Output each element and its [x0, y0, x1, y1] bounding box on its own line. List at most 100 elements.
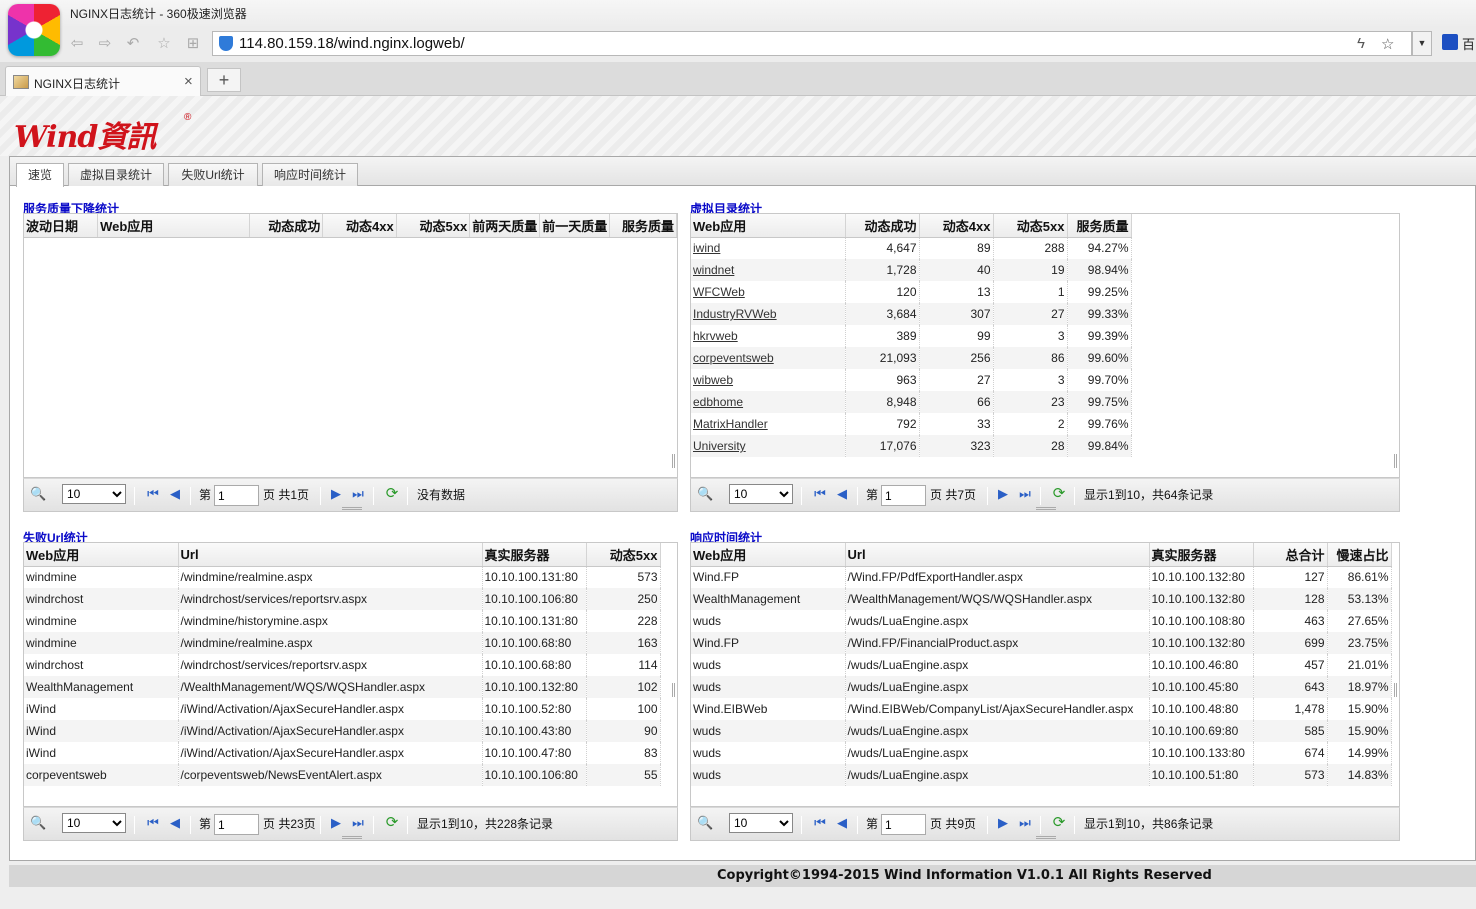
- column-header[interactable]: 慢速占比: [1327, 543, 1392, 567]
- resize-handle[interactable]: [341, 507, 362, 510]
- search-icon[interactable]: 🔍: [697, 815, 713, 831]
- table-row[interactable]: wuds/wuds/LuaEngine.aspx 10.10.100.51:80 5…: [691, 764, 1392, 786]
- column-header[interactable]: Url: [178, 543, 483, 567]
- last-page-icon[interactable]: ⏭: [1017, 486, 1033, 502]
- column-resize-grip[interactable]: [672, 683, 675, 697]
- column-header[interactable]: 波动日期: [24, 214, 99, 238]
- search-icon[interactable]: 🔍: [30, 815, 46, 831]
- column-resize-grip[interactable]: [1394, 454, 1397, 468]
- web-app-link[interactable]: iwind: [693, 241, 720, 255]
- table-row[interactable]: Wind.EIBWeb/Wind.EIBWeb/CompanyList/Ajax…: [691, 698, 1392, 720]
- column-resize-grip[interactable]: [672, 454, 675, 468]
- next-page-icon[interactable]: ▶: [328, 815, 344, 831]
- column-header[interactable]: 服务质量: [609, 214, 677, 238]
- column-resize-grip[interactable]: [1394, 683, 1397, 697]
- table-row[interactable]: Wind.FP/Wind.FP/PdfExportHandler.aspx 10.…: [691, 566, 1392, 588]
- refresh-icon[interactable]: ⟳: [1051, 486, 1067, 502]
- star-icon[interactable]: ☆: [155, 35, 173, 53]
- column-header[interactable]: 动态5xx: [993, 214, 1068, 238]
- forward-icon[interactable]: ⇨: [96, 35, 114, 53]
- close-tab-icon[interactable]: ×: [184, 73, 193, 90]
- back-icon[interactable]: ⇦: [68, 35, 86, 53]
- table-row[interactable]: MatrixHandler 792 33 2 99.76%: [691, 413, 1132, 435]
- search-icon[interactable]: 🔍: [697, 486, 713, 502]
- prev-page-icon[interactable]: ◀: [834, 815, 850, 831]
- table-row[interactable]: wuds/wuds/LuaEngine.aspx 10.10.100.69:80 5…: [691, 720, 1392, 742]
- tab-failed-url[interactable]: 失败Url统计: [168, 163, 258, 186]
- web-app-link[interactable]: MatrixHandler: [693, 417, 768, 431]
- resize-handle[interactable]: [341, 836, 362, 839]
- page-size-select[interactable]: 10: [729, 813, 793, 833]
- table-row[interactable]: wuds/wuds/LuaEngine.aspx 10.10.100.133:80…: [691, 742, 1392, 764]
- table-row[interactable]: windnet 1,728 40 19 98.94%: [691, 259, 1132, 281]
- last-page-icon[interactable]: ⏭: [350, 815, 366, 831]
- lightning-icon[interactable]: ϟ: [1357, 35, 1365, 52]
- first-page-icon[interactable]: ⏮: [812, 486, 828, 502]
- table-row[interactable]: wuds/wuds/LuaEngine.aspx 10.10.100.46:80 4…: [691, 654, 1392, 676]
- tab-response-time[interactable]: 响应时间统计: [262, 163, 358, 186]
- new-tab-button[interactable]: +: [207, 68, 241, 92]
- column-header[interactable]: 真实服务器: [482, 543, 587, 567]
- resize-handle[interactable]: [1036, 836, 1056, 839]
- search-icon[interactable]: 🔍: [30, 486, 46, 502]
- table-row[interactable]: iWind/iWind/Activation/AjaxSecureHandler…: [24, 698, 661, 720]
- page-number-input[interactable]: [214, 485, 259, 506]
- table-row[interactable]: hkrvweb 389 99 3 99.39%: [691, 325, 1132, 347]
- table-row[interactable]: iwind 4,647 89 288 94.27%: [691, 237, 1132, 259]
- next-page-icon[interactable]: ▶: [995, 815, 1011, 831]
- page-size-select[interactable]: 10: [62, 813, 126, 833]
- column-header[interactable]: 动态4xx: [322, 214, 397, 238]
- first-page-icon[interactable]: ⏮: [812, 815, 828, 831]
- browser-logo-icon[interactable]: [8, 4, 60, 56]
- url-dropdown-icon[interactable]: ▼: [1412, 31, 1432, 56]
- web-app-link[interactable]: WFCWeb: [693, 285, 745, 299]
- column-header[interactable]: 服务质量: [1067, 214, 1132, 238]
- web-app-link[interactable]: windnet: [693, 263, 734, 277]
- table-row[interactable]: iWind/iWind/Activation/AjaxSecureHandler…: [24, 742, 661, 764]
- column-header[interactable]: Web应用: [97, 214, 250, 238]
- table-row[interactable]: Wind.FP/Wind.FP/FinancialProduct.aspx 10.…: [691, 632, 1392, 654]
- undo-icon[interactable]: ↶: [124, 35, 142, 53]
- table-row[interactable]: windrchost/windrchost/services/reportsrv…: [24, 588, 661, 610]
- web-app-link[interactable]: corpeventsweb: [693, 351, 774, 365]
- prev-page-icon[interactable]: ◀: [167, 815, 183, 831]
- web-app-link[interactable]: wibweb: [693, 373, 733, 387]
- apps-icon[interactable]: ⊞: [184, 35, 202, 53]
- extension-icon[interactable]: [1442, 34, 1458, 50]
- table-row[interactable]: IndustryRVWeb 3,684 307 27 99.33%: [691, 303, 1132, 325]
- table-row[interactable]: wuds/wuds/LuaEngine.aspx 10.10.100.45:80 6…: [691, 676, 1392, 698]
- prev-page-icon[interactable]: ◀: [834, 486, 850, 502]
- first-page-icon[interactable]: ⏮: [145, 815, 161, 831]
- column-header[interactable]: 前两天质量: [469, 214, 541, 238]
- web-app-link[interactable]: IndustryRVWeb: [693, 307, 777, 321]
- last-page-icon[interactable]: ⏭: [1017, 815, 1033, 831]
- refresh-icon[interactable]: ⟳: [384, 486, 400, 502]
- table-row[interactable]: windmine/windmine/realmine.aspx 10.10.100…: [24, 632, 661, 654]
- browser-tab[interactable]: NGINX日志统计 ×: [5, 66, 201, 96]
- last-page-icon[interactable]: ⏭: [350, 486, 366, 502]
- column-header[interactable]: Web应用: [24, 543, 179, 567]
- page-number-input[interactable]: [214, 814, 259, 835]
- column-header[interactable]: Web应用: [691, 543, 846, 567]
- table-row[interactable]: WealthManagement/WealthManagement/WQS/WQ…: [24, 676, 661, 698]
- refresh-icon[interactable]: ⟳: [1051, 815, 1067, 831]
- table-row[interactable]: windmine/windmine/realmine.aspx 10.10.100…: [24, 566, 661, 588]
- bookmark-star-icon[interactable]: ☆: [1381, 35, 1394, 53]
- page-size-select[interactable]: 10: [62, 484, 126, 504]
- column-header[interactable]: 动态成功: [845, 214, 920, 238]
- table-row[interactable]: WealthManagement/WealthManagement/WQS/WQ…: [691, 588, 1392, 610]
- table-row[interactable]: corpeventsweb 21,093 256 86 99.60%: [691, 347, 1132, 369]
- url-input[interactable]: 114.80.159.18/wind.nginx.logweb/ ϟ ☆: [212, 31, 1412, 56]
- table-row[interactable]: edbhome 8,948 66 23 99.75%: [691, 391, 1132, 413]
- column-header[interactable]: 动态5xx: [586, 543, 661, 567]
- web-app-link[interactable]: hkrvweb: [693, 329, 738, 343]
- page-number-input[interactable]: [881, 485, 926, 506]
- column-header[interactable]: 真实服务器: [1149, 543, 1254, 567]
- column-header[interactable]: 前一天质量: [539, 214, 611, 238]
- table-row[interactable]: wuds/wuds/LuaEngine.aspx 10.10.100.108:80…: [691, 610, 1392, 632]
- next-page-icon[interactable]: ▶: [328, 486, 344, 502]
- table-row[interactable]: corpeventsweb/corpeventsweb/NewsEventAle…: [24, 764, 661, 786]
- column-header[interactable]: 动态5xx: [396, 214, 471, 238]
- first-page-icon[interactable]: ⏮: [145, 486, 161, 502]
- table-row[interactable]: University 17,076 323 28 99.84%: [691, 435, 1132, 457]
